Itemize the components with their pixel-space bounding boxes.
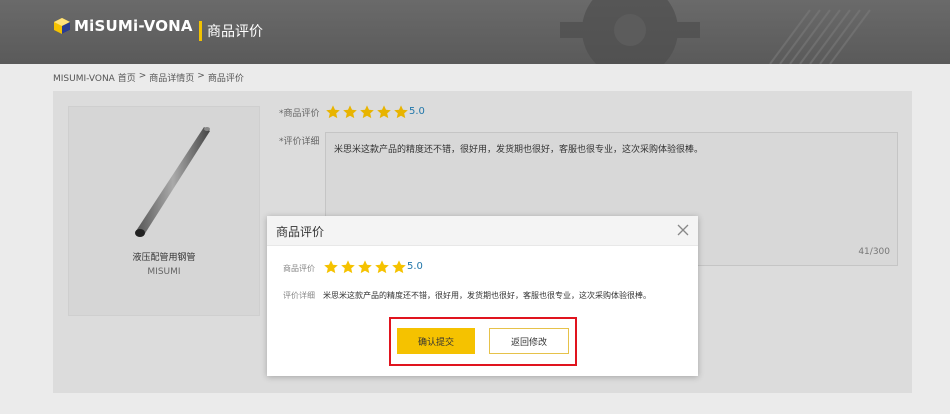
star-icon <box>375 260 389 274</box>
confirm-submit-button[interactable]: 确认提交 <box>397 328 475 354</box>
dialog-rating-label: 商品评价 <box>283 264 315 273</box>
confirm-dialog: 商品评价 商品评价 5.0 评价详细 米思米这款产品的精度还不错，很好用，发货期… <box>267 216 698 376</box>
star-icon <box>341 260 355 274</box>
dialog-rating-stars <box>323 259 407 275</box>
dialog-title: 商品评价 <box>276 225 325 239</box>
dialog-rating-score: 5.0 <box>407 261 423 272</box>
dialog-detail-label: 评价详细 <box>283 291 315 300</box>
dialog-detail-text: 米思米这款产品的精度还不错，很好用，发货期也很好，客服也很专业，这次采购体验很棒… <box>323 291 651 300</box>
dialog-header: 商品评价 <box>267 216 698 246</box>
star-icon <box>392 260 406 274</box>
close-icon[interactable] <box>676 223 690 237</box>
star-icon <box>358 260 372 274</box>
back-edit-button[interactable]: 返回修改 <box>489 328 569 354</box>
star-icon <box>324 260 338 274</box>
